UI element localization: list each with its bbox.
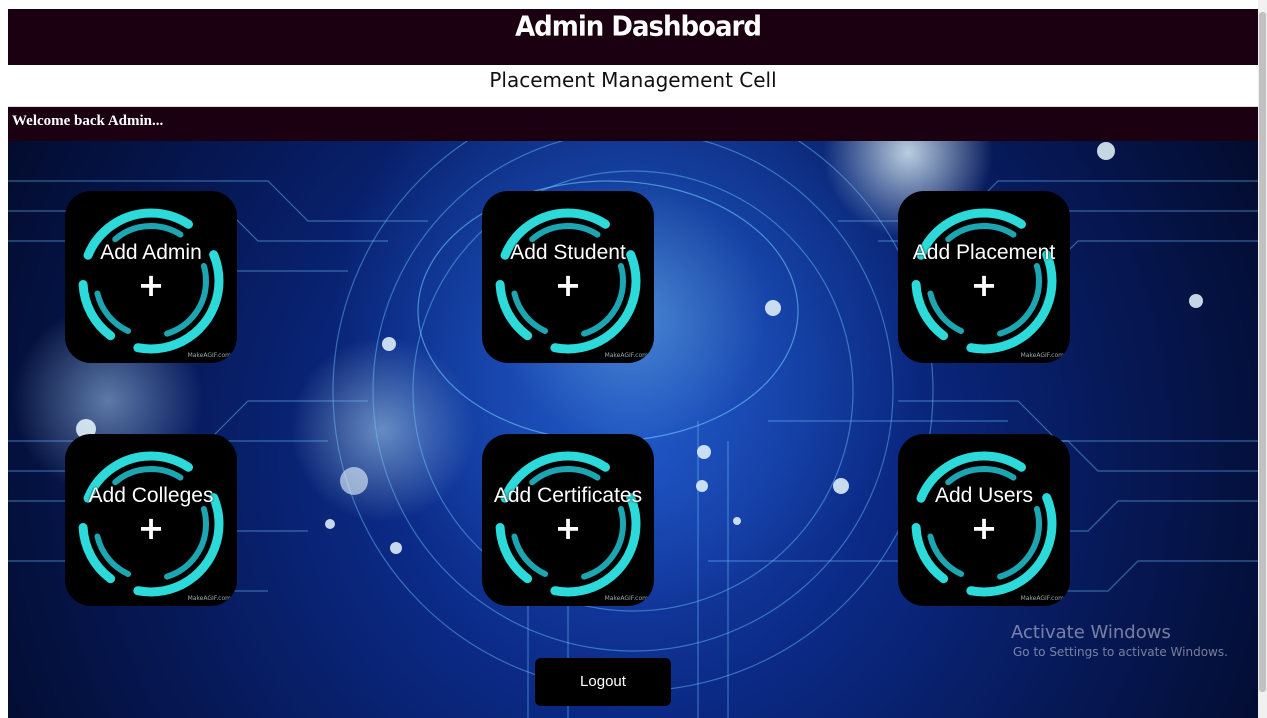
tile-label: Add Placement	[912, 241, 1056, 264]
activate-windows-hint: Go to Settings to activate Windows.	[1013, 645, 1228, 659]
logout-button[interactable]: Logout	[535, 658, 671, 706]
tile-label: Add Certificates	[493, 484, 643, 507]
welcome-text: Welcome back Admin...	[12, 113, 164, 129]
subheader-title: Placement Management Cell	[489, 68, 777, 92]
plus-icon: +	[554, 266, 582, 304]
plus-icon: +	[137, 509, 165, 547]
add-users-tile[interactable]: Add Users + MakeAGIF.com	[898, 434, 1070, 606]
subheader: Placement Management Cell	[8, 65, 1258, 107]
plus-icon: +	[970, 509, 998, 547]
welcome-bar: Welcome back Admin...	[8, 107, 1258, 141]
plus-icon: +	[137, 266, 165, 304]
tile-label: Add Admin	[100, 241, 202, 264]
gif-watermark: MakeAGIF.com	[187, 352, 231, 359]
add-certificates-tile[interactable]: Add Certificates + MakeAGIF.com	[482, 434, 654, 606]
tile-label: Add Users	[934, 484, 1034, 507]
gif-watermark: MakeAGIF.com	[604, 595, 648, 602]
gif-watermark: MakeAGIF.com	[604, 352, 648, 359]
activate-windows-watermark: Activate Windows Go to Settings to activ…	[1011, 622, 1228, 660]
tile-label: Add Student	[510, 241, 626, 264]
scrollbar-thumb[interactable]	[1259, 12, 1266, 692]
plus-icon: +	[970, 266, 998, 304]
activate-windows-title: Activate Windows	[1011, 622, 1171, 643]
plus-icon: +	[554, 509, 582, 547]
tile-label: Add Colleges	[88, 484, 214, 507]
add-student-tile[interactable]: Add Student + MakeAGIF.com	[482, 191, 654, 363]
gif-watermark: MakeAGIF.com	[1020, 352, 1064, 359]
add-placement-tile[interactable]: Add Placement + MakeAGIF.com	[898, 191, 1070, 363]
top-header: Admin Dashboard	[8, 9, 1258, 65]
add-admin-tile[interactable]: Add Admin + MakeAGIF.com	[65, 191, 237, 363]
gif-watermark: MakeAGIF.com	[1020, 595, 1064, 602]
page-frame: Admin Dashboard Placement Management Cel…	[8, 9, 1258, 718]
page-title: Admin Dashboard	[515, 11, 762, 43]
add-colleges-tile[interactable]: Add Colleges + MakeAGIF.com	[65, 434, 237, 606]
gif-watermark: MakeAGIF.com	[187, 595, 231, 602]
